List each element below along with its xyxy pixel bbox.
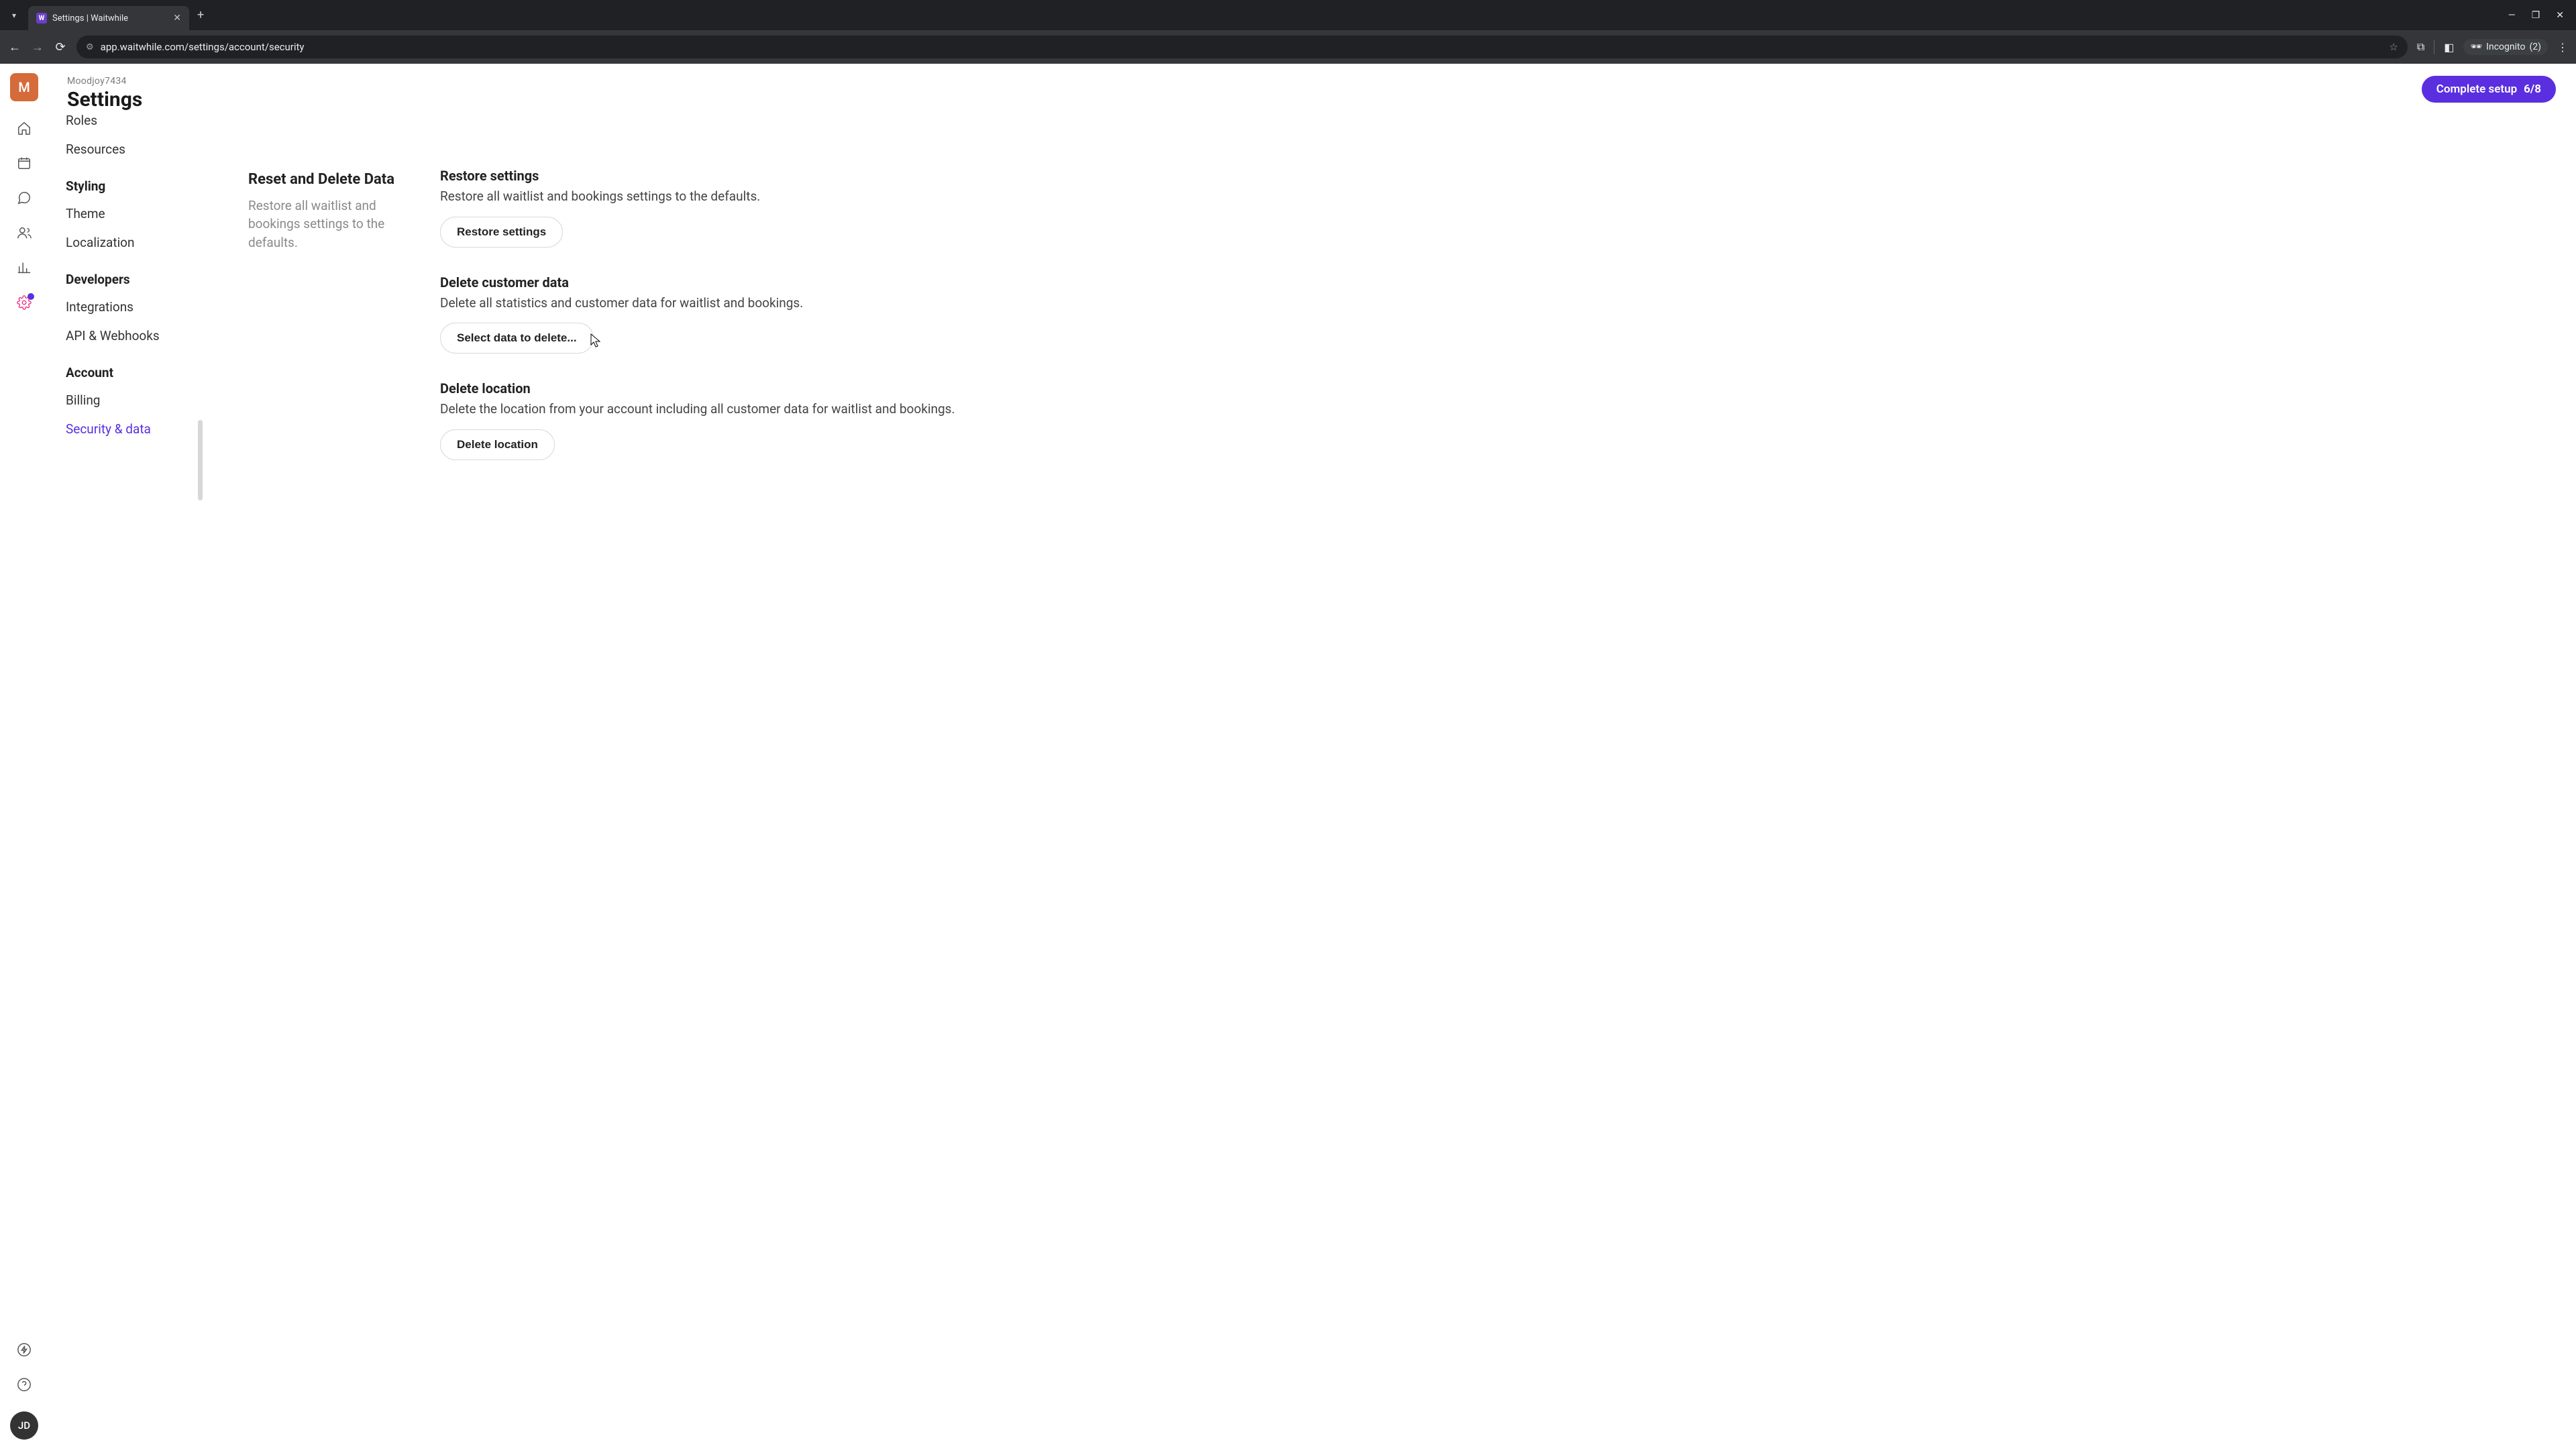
nav-item-security-data[interactable]: Security & data [66, 415, 203, 443]
delete-customer-desc: Delete all statistics and customer data … [440, 294, 963, 313]
analytics-icon[interactable] [16, 260, 32, 276]
setup-label: Complete setup [2436, 83, 2517, 96]
app-viewport: M JD Moodjoy7434 [0, 64, 2576, 1449]
nav-item-integrations[interactable]: Integrations [66, 292, 203, 321]
incognito-badge[interactable]: 🕶 Incognito (2) [2463, 39, 2548, 55]
reload-icon[interactable]: ⟳ [54, 40, 67, 54]
delete-customer-data-block: Delete customer data Delete all statisti… [440, 274, 963, 354]
user-avatar[interactable]: JD [10, 1411, 38, 1440]
settings-nav: Roles Resources Styling Theme Localizati… [48, 111, 203, 1449]
help-icon[interactable] [16, 1377, 32, 1393]
nav-item-theme[interactable]: Theme [66, 199, 203, 228]
side-panel-icon[interactable]: ◧ [2444, 41, 2454, 54]
content-area: Moodjoy7434 Settings Complete setup 6/8 … [48, 64, 2576, 1449]
nav-heading-styling: Styling [66, 164, 203, 199]
tab-title: Settings | Waitwhile [52, 13, 168, 23]
section-intro: Reset and Delete Data Restore all waitli… [248, 170, 409, 1449]
tab-search-dropdown[interactable]: ▾ [0, 0, 28, 30]
url-text: app.waitwhile.com/settings/account/secur… [101, 41, 305, 53]
browser-menu-icon[interactable]: ⋮ [2557, 41, 2568, 54]
waitwhile-favicon: W [36, 13, 47, 23]
settings-body: Reset and Delete Data Restore all waitli… [203, 111, 2576, 1449]
delete-location-block: Delete location Delete the location from… [440, 380, 963, 460]
window-maximize-icon[interactable]: ❐ [2532, 10, 2540, 21]
delete-location-button[interactable]: Delete location [440, 429, 555, 460]
settings-notification-dot [28, 293, 34, 300]
bookmark-star-icon[interactable]: ☆ [2389, 41, 2398, 53]
settings-icon[interactable] [16, 294, 32, 311]
back-icon[interactable]: ← [8, 40, 21, 54]
incognito-icon: 🕶 [2470, 42, 2482, 52]
org-name: Moodjoy7434 [67, 76, 142, 87]
new-tab-button[interactable]: + [197, 8, 204, 22]
restore-settings-block: Restore settings Restore all waitlist an… [440, 168, 963, 248]
extensions-icon[interactable]: ⧉ [2417, 40, 2424, 54]
nav-item-billing[interactable]: Billing [66, 386, 203, 415]
delete-location-desc: Delete the location from your account in… [440, 400, 963, 419]
lightning-icon[interactable] [16, 1342, 32, 1358]
section-subtitle: Restore all waitlist and bookings settin… [248, 197, 409, 252]
calendar-icon[interactable] [16, 155, 32, 171]
nav-item-resources[interactable]: Resources [66, 135, 203, 164]
window-controls: — ❐ ✕ [2508, 10, 2576, 21]
browser-chrome: ▾ W Settings | Waitwhile ✕ + — ❐ ✕ ← → ⟳… [0, 0, 2576, 64]
browser-titlebar: ▾ W Settings | Waitwhile ✕ + — ❐ ✕ [0, 0, 2576, 30]
org-avatar[interactable]: M [10, 73, 38, 101]
browser-toolbar: ← → ⟳ ⚙ app.waitwhile.com/settings/accou… [0, 30, 2576, 64]
delete-customer-heading: Delete customer data [440, 274, 963, 290]
messages-icon[interactable] [16, 190, 32, 206]
nav-scrollbar-thumb[interactable] [198, 420, 203, 500]
page-title: Settings [67, 88, 142, 111]
toolbar-right: ⧉ ◧ 🕶 Incognito (2) ⋮ [2417, 39, 2568, 55]
icon-rail: M JD [0, 64, 48, 1449]
main-columns: Roles Resources Styling Theme Localizati… [48, 111, 2576, 1449]
address-bar[interactable]: ⚙ app.waitwhile.com/settings/account/sec… [76, 36, 2408, 58]
window-close-icon[interactable]: ✕ [2556, 10, 2564, 21]
nav-item-api-webhooks[interactable]: API & Webhooks [66, 321, 203, 350]
site-settings-icon[interactable]: ⚙ [86, 42, 94, 52]
home-icon[interactable] [16, 120, 32, 136]
delete-location-heading: Delete location [440, 380, 963, 396]
forward-icon: → [31, 40, 44, 54]
window-minimize-icon[interactable]: — [2508, 10, 2516, 21]
incognito-label: Incognito [2486, 42, 2525, 52]
complete-setup-button[interactable]: Complete setup 6/8 [2422, 76, 2556, 103]
select-data-to-delete-button[interactable]: Select data to delete... [440, 323, 594, 354]
nav-item-localization[interactable]: Localization [66, 228, 203, 257]
page-header: Moodjoy7434 Settings Complete setup 6/8 [48, 64, 2576, 111]
restore-settings-button[interactable]: Restore settings [440, 217, 563, 248]
setup-progress: 6/8 [2524, 83, 2541, 96]
nav-item-roles[interactable]: Roles [66, 111, 203, 135]
incognito-count: (2) [2529, 42, 2541, 52]
nav-heading-developers: Developers [66, 257, 203, 292]
restore-desc: Restore all waitlist and bookings settin… [440, 188, 963, 206]
tab-close-icon[interactable]: ✕ [173, 13, 181, 23]
browser-tab[interactable]: W Settings | Waitwhile ✕ [28, 6, 189, 30]
nav-heading-account: Account [66, 350, 203, 386]
restore-heading: Restore settings [440, 168, 963, 184]
people-icon[interactable] [16, 225, 32, 241]
section-items: Restore settings Restore all waitlist an… [440, 168, 963, 1449]
section-title: Reset and Delete Data [248, 170, 409, 190]
